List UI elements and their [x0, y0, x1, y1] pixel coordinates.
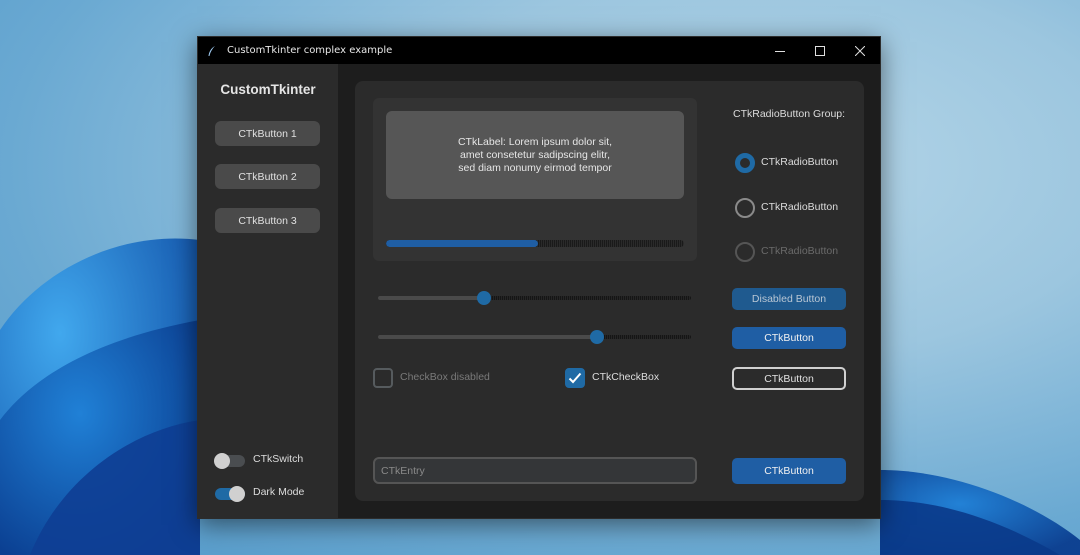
checkbox-label: CTkCheckBox [592, 371, 660, 383]
minimize-button[interactable] [760, 37, 800, 64]
sidebar-button-3[interactable]: CTkButton 3 [215, 208, 320, 233]
ctk-checkbox[interactable] [565, 368, 585, 388]
dark-mode-switch[interactable] [215, 486, 245, 502]
main-frame: CTkLabel: Lorem ipsum dolor sit, amet co… [355, 81, 864, 501]
app-window: CustomTkinter complex example CustomTkin… [197, 36, 881, 519]
maximize-icon [815, 45, 825, 56]
disabled-button[interactable]: Disabled Button [732, 288, 846, 310]
checkbox-disabled[interactable] [373, 368, 393, 388]
radio-label-1: CTkRadioButton [761, 156, 839, 168]
title-bar[interactable]: CustomTkinter complex example [198, 37, 880, 64]
radio-label-3: CTkRadioButton [761, 245, 839, 257]
close-button[interactable] [840, 37, 880, 64]
radio-button-2[interactable] [735, 198, 755, 218]
progress-fill [386, 240, 538, 247]
ctk-entry[interactable] [373, 457, 697, 484]
switch-label: CTkSwitch [253, 453, 304, 465]
sidebar-button-2[interactable]: CTkButton 2 [215, 164, 320, 189]
label-frame: CTkLabel: Lorem ipsum dolor sit, amet co… [373, 98, 697, 261]
window-title: CustomTkinter complex example [227, 45, 393, 56]
close-icon [855, 45, 865, 56]
ctk-button[interactable]: CTkButton [732, 327, 846, 349]
switch-knob [214, 453, 230, 469]
sidebar-button-1[interactable]: CTkButton 1 [215, 121, 320, 146]
slider-1-fill [378, 296, 485, 300]
slider-1-thumb[interactable] [477, 291, 492, 305]
slider-2-thumb[interactable] [590, 330, 605, 344]
window-controls [760, 37, 880, 64]
bottom-button[interactable]: CTkButton [732, 458, 846, 484]
dark-mode-switch-knob [229, 486, 245, 502]
feather-icon [207, 45, 219, 57]
progress-bar [386, 240, 684, 247]
sidebar-title: CustomTkinter [220, 82, 316, 97]
slider-2[interactable] [378, 330, 691, 344]
radio-button-1[interactable] [735, 153, 755, 173]
slider-2-fill [378, 335, 598, 339]
radio-group-title: CTkRadioButton Group: [733, 108, 846, 120]
dark-mode-label: Dark Mode [253, 486, 305, 498]
minimize-icon [775, 50, 785, 52]
ctk-label: CTkLabel: Lorem ipsum dolor sit, amet co… [386, 111, 684, 199]
maximize-button[interactable] [800, 37, 840, 64]
outlined-button[interactable]: CTkButton [732, 367, 846, 390]
radio-button-3[interactable] [735, 242, 755, 262]
slider-1[interactable] [378, 291, 691, 305]
radio-label-2: CTkRadioButton [761, 201, 839, 213]
ctk-switch[interactable] [214, 453, 245, 469]
checkmark-icon [568, 372, 582, 384]
checkbox-disabled-label: CheckBox disabled [400, 371, 490, 383]
sidebar: CustomTkinter CTkButton 1 CTkButton 2 CT… [198, 64, 338, 518]
